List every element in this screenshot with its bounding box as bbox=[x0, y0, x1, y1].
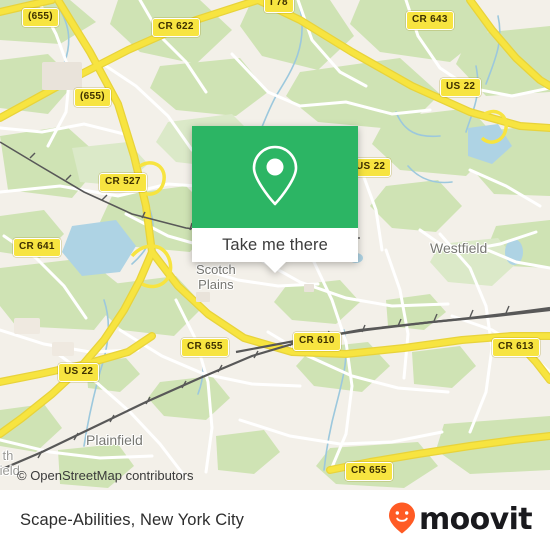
take-me-there-button[interactable]: Take me there bbox=[222, 236, 328, 255]
map-screenshot: (655) CR 622 I 78 CR 643 (655) US 22 CR 527 US … bbox=[0, 0, 550, 550]
callout-footer[interactable]: Take me there bbox=[192, 228, 358, 273]
bottom-info-bar: Scape-Abilities, New York City moovit bbox=[0, 490, 550, 550]
callout-pointer-tail bbox=[264, 262, 286, 273]
moovit-wordmark: moovit bbox=[418, 502, 533, 537]
location-callout-card[interactable]: Take me there bbox=[192, 126, 358, 273]
place-label: Westfield bbox=[430, 240, 488, 256]
place-label: Plainfield bbox=[86, 432, 143, 448]
map-canvas[interactable]: (655) CR 622 I 78 CR 643 (655) US 22 CR 527 US … bbox=[0, 0, 550, 490]
place-title: Scape-Abilities, New York City bbox=[20, 510, 245, 529]
map-pin-icon bbox=[250, 143, 300, 212]
callout-header bbox=[192, 126, 358, 228]
osm-attribution[interactable]: © OpenStreetMap contributors bbox=[17, 468, 194, 483]
place-label: Scotch Plains bbox=[196, 262, 236, 292]
moovit-logo[interactable]: moovit bbox=[387, 501, 533, 540]
moovit-smiley-pin-icon bbox=[387, 501, 417, 540]
